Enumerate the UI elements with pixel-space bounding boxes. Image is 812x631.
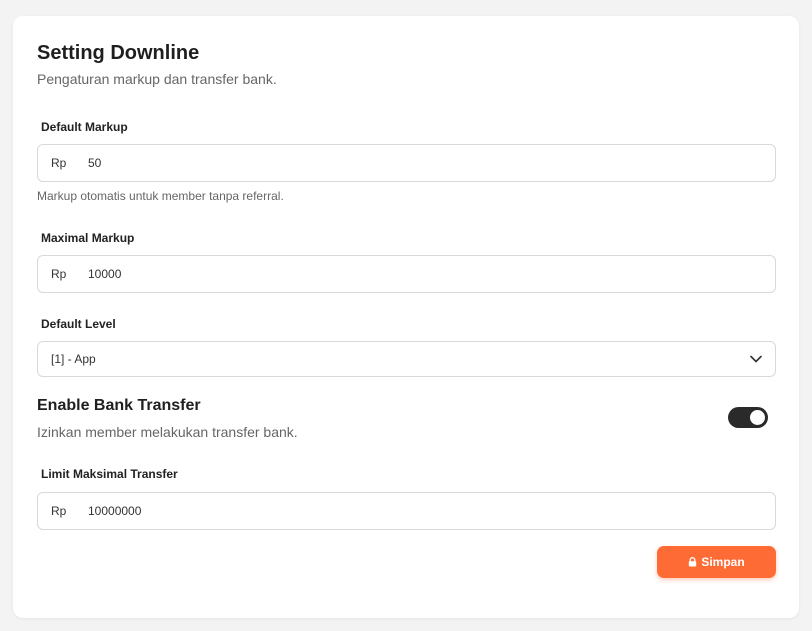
page-subtitle: Pengaturan markup dan transfer bank. — [37, 71, 277, 87]
page-title: Setting Downline — [37, 42, 200, 64]
default-markup-label: Default Markup — [41, 120, 128, 134]
default-level-select[interactable]: [1] - App — [37, 341, 776, 377]
currency-prefix: Rp — [51, 267, 67, 281]
maximal-markup-input[interactable] — [88, 256, 775, 292]
bank-transfer-toggle[interactable] — [728, 407, 768, 428]
save-button-label: Simpan — [701, 555, 745, 569]
maximal-markup-field[interactable]: Rp — [37, 255, 776, 293]
limit-transfer-field[interactable]: Rp — [37, 492, 776, 530]
lock-icon — [688, 557, 697, 567]
chevron-down-icon — [749, 352, 763, 366]
default-level-label: Default Level — [41, 317, 116, 331]
save-button[interactable]: Simpan — [657, 546, 776, 578]
default-markup-hint: Markup otomatis untuk member tanpa refer… — [37, 189, 284, 203]
toggle-knob — [750, 410, 765, 425]
maximal-markup-label: Maximal Markup — [41, 231, 135, 245]
bank-transfer-description: Izinkan member melakukan transfer bank. — [37, 424, 298, 440]
limit-transfer-input[interactable] — [88, 493, 775, 529]
default-markup-field[interactable]: Rp — [37, 144, 776, 182]
default-markup-input[interactable] — [88, 145, 775, 181]
default-level-value: [1] - App — [51, 352, 96, 366]
currency-prefix: Rp — [51, 504, 67, 518]
bank-transfer-title: Enable Bank Transfer — [37, 397, 201, 414]
limit-transfer-label: Limit Maksimal Transfer — [41, 467, 178, 481]
settings-card: Setting Downline Pengaturan markup dan t… — [13, 16, 799, 618]
currency-prefix: Rp — [51, 156, 67, 170]
